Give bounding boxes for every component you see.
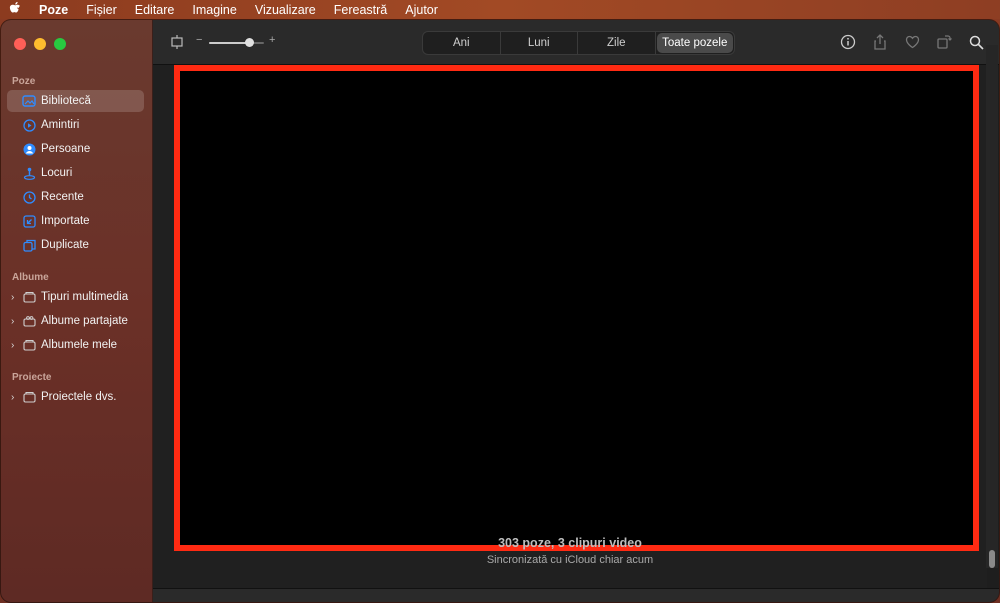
menu-view[interactable]: Vizualizare	[246, 3, 325, 17]
menu-bar: Poze Fișier Editare Imagine Vizualizare …	[0, 0, 1000, 19]
sidebar-item-label: Amintiri	[41, 119, 80, 131]
zoom-in-button[interactable]: +	[269, 34, 275, 46]
folder-icon	[22, 338, 36, 352]
people-icon	[22, 142, 36, 156]
folder-icon	[22, 290, 36, 304]
places-icon	[22, 166, 36, 180]
view-tabs: Ani Luni Zile Toate pozele	[422, 31, 735, 55]
menu-app-name[interactable]: Poze	[30, 3, 77, 17]
duplicates-icon	[22, 238, 36, 252]
photo-grid-area[interactable]: 303 poze, 3 clipuri video Sincronizată c…	[153, 65, 987, 588]
menu-edit[interactable]: Editare	[126, 3, 184, 17]
folder-icon	[22, 390, 36, 404]
rotate-icon[interactable]	[934, 32, 954, 52]
zoom-out-button[interactable]: −	[196, 34, 202, 46]
sidebar-item-label: Importate	[41, 215, 90, 227]
icloud-sync-status: Sincronizată cu iCloud chiar acum	[486, 554, 654, 566]
sidebar: Poze Bibliotecă Amintiri Persoane Locuri	[1, 20, 153, 602]
bottom-bar	[153, 588, 999, 602]
heart-icon[interactable]	[902, 32, 922, 52]
close-window-button[interactable]	[14, 38, 26, 50]
fullscreen-window-button[interactable]	[54, 38, 66, 50]
sidebar-item-label: Albumele mele	[41, 339, 118, 351]
toolbar: − + Ani Luni Zile Toate pozele	[153, 20, 999, 65]
menu-help[interactable]: Ajutor	[396, 3, 447, 17]
menu-image[interactable]: Imagine	[183, 3, 245, 17]
imports-icon	[22, 214, 36, 228]
sidebar-item-label: Persoane	[41, 143, 91, 155]
section-label-projects: Proiecte	[12, 372, 52, 383]
scrollbar-thumb[interactable]	[989, 550, 995, 568]
apple-menu-icon[interactable]	[0, 1, 30, 18]
sidebar-item-recents[interactable]: Recente	[7, 186, 144, 208]
sidebar-item-people[interactable]: Persoane	[7, 138, 144, 160]
chevron-right-icon[interactable]: ›	[11, 340, 14, 351]
photos-window: Poze Bibliotecă Amintiri Persoane Locuri	[1, 20, 999, 602]
sidebar-item-duplicates[interactable]: Duplicate	[7, 234, 144, 256]
share-icon[interactable]	[870, 32, 890, 52]
tab-years[interactable]: Ani	[423, 32, 501, 54]
aspect-ratio-icon[interactable]	[169, 34, 185, 55]
memories-icon	[22, 118, 36, 132]
sidebar-item-your-projects[interactable]: › Proiectele dvs.	[7, 386, 144, 408]
zoom-slider[interactable]	[209, 38, 264, 47]
tab-all-photos[interactable]: Toate pozele	[656, 33, 733, 53]
sidebar-item-places[interactable]: Locuri	[7, 162, 144, 184]
sidebar-item-label: Tipuri multimedia	[41, 291, 129, 303]
shared-album-icon	[22, 314, 36, 328]
chevron-right-icon[interactable]: ›	[11, 316, 14, 327]
sidebar-item-memories[interactable]: Amintiri	[7, 114, 144, 136]
vertical-scrollbar[interactable]	[986, 45, 998, 568]
sidebar-item-label: Duplicate	[41, 239, 89, 251]
info-icon[interactable]	[838, 32, 858, 52]
chevron-right-icon[interactable]: ›	[11, 392, 14, 403]
sidebar-item-label: Recente	[41, 191, 84, 203]
library-count: 303 poze, 3 clipuri video	[498, 536, 642, 550]
sidebar-item-label: Albume partajate	[41, 315, 128, 327]
minimize-window-button[interactable]	[34, 38, 46, 50]
section-label-albums: Albume	[12, 272, 49, 283]
search-icon[interactable]	[966, 32, 986, 52]
menu-window[interactable]: Fereastră	[325, 3, 397, 17]
menu-file[interactable]: Fișier	[77, 3, 126, 17]
sidebar-item-label: Locuri	[41, 167, 73, 179]
chevron-right-icon[interactable]: ›	[11, 292, 14, 303]
tab-months[interactable]: Luni	[501, 32, 578, 54]
sidebar-item-imports[interactable]: Importate	[7, 210, 144, 232]
sidebar-item-my-albums[interactable]: › Albumele mele	[7, 334, 144, 356]
section-label-photos: Poze	[12, 76, 36, 87]
zoom-slider-fill	[209, 42, 249, 44]
sidebar-item-label: Proiectele dvs.	[41, 391, 117, 403]
sidebar-item-shared-albums[interactable]: › Albume partajate	[7, 310, 144, 332]
recents-icon	[22, 190, 36, 204]
library-icon	[22, 94, 36, 108]
zoom-slider-handle[interactable]	[244, 38, 254, 47]
sidebar-item-label: Bibliotecă	[41, 95, 91, 107]
sidebar-item-library[interactable]: Bibliotecă	[7, 90, 144, 112]
window-controls	[14, 38, 66, 50]
sidebar-item-media-types[interactable]: › Tipuri multimedia	[7, 286, 144, 308]
tab-days[interactable]: Zile	[578, 32, 656, 54]
redacted-photo-grid	[174, 65, 979, 551]
